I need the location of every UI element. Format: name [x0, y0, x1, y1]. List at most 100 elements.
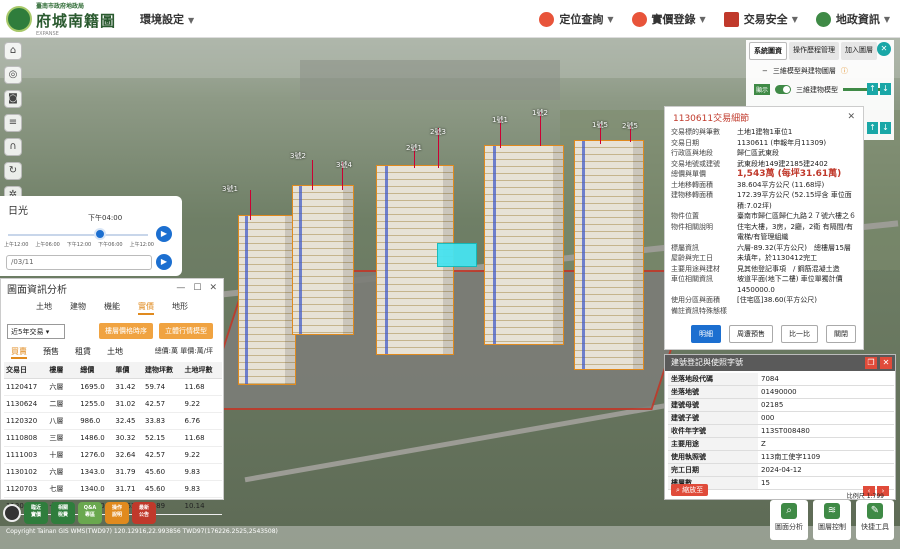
building-tower[interactable] [238, 215, 296, 385]
top-navigation: 定位查詢 ▼ 實價登錄 ▼ 交易安全 ▼ 地政資訊 ▼ [539, 0, 890, 38]
table-row[interactable]: 1130624 二層 1255.0 31.02 42.57 9.22 [4, 395, 222, 413]
table-cell: 1695.0 [78, 378, 114, 396]
nav-land-info[interactable]: 地政資訊 ▼ [815, 11, 890, 27]
tab-land[interactable]: 土地 [36, 301, 52, 315]
arrow-down-icon[interactable]: ↓ [880, 83, 891, 95]
layer-toggle[interactable] [775, 85, 792, 94]
subtab-sale[interactable]: 買賣 [11, 346, 27, 359]
tab-history[interactable]: 操作歷程管理 [789, 42, 839, 60]
sunlight-date-input[interactable]: /03/11 [6, 255, 152, 270]
subtab-rent[interactable]: 租賃 [75, 346, 91, 359]
close-icon[interactable]: ✕ [847, 112, 855, 122]
table-cell: 9.83 [182, 463, 222, 481]
floor-price-timeline-button[interactable]: 樓層價格時序 [99, 323, 153, 339]
registry-label: 建號母號 [668, 398, 758, 412]
sunlight-slider[interactable] [8, 234, 148, 236]
close-icon[interactable]: ✕ [877, 42, 891, 56]
layer-control-button[interactable]: ≋ 圖層控制 [813, 500, 851, 540]
close-icon[interactable]: ✕ [209, 283, 217, 293]
sunlight-slider-handle[interactable] [94, 228, 107, 240]
zoom-to-button[interactable]: ⌕ 縮放至 [671, 484, 709, 496]
3d-price-model-button[interactable]: 立體行情模型 [159, 323, 213, 339]
home-icon[interactable]: ⌂ [4, 42, 22, 60]
menu-dot-icon[interactable] [3, 504, 21, 522]
nav-transaction-safety[interactable]: 交易安全 ▼ [723, 11, 798, 27]
table-row[interactable]: 1130102 六層 1343.0 31.79 45.60 9.83 [4, 463, 222, 481]
layers-icon[interactable]: ≡ [4, 114, 22, 132]
subtab-presale[interactable]: 預售 [43, 346, 59, 359]
map-industrial-area [300, 60, 560, 100]
table-cell: 1340.0 [78, 480, 114, 498]
detail-field-row: 屋齡與完工日 未填年，於1130412完工 [665, 253, 863, 264]
tab-system-layers[interactable]: 系統圖資 [749, 42, 787, 60]
environment-settings-menu[interactable]: 環境設定 ▼ [140, 11, 194, 27]
transaction-type-tabs: 買賣 預售 租賃 土地 總價:萬 單價:萬/坪 [1, 343, 223, 362]
tab-terrain[interactable]: 地形 [172, 301, 188, 315]
table-row[interactable]: 1120417 六層 1695.0 31.42 59.74 11.68 [4, 378, 222, 396]
detail-field-label: 主要用途與建材 [671, 264, 720, 273]
arrow-down-icon[interactable]: ↓ [880, 122, 891, 134]
detail-field-value: [住宅區]38.60(平方公尺) [737, 296, 817, 304]
table-row[interactable]: 1110808 三層 1486.0 30.32 52.15 11.68 [4, 429, 222, 447]
selected-unit-highlight[interactable] [437, 243, 477, 267]
chevron-down-icon: ▼ [188, 15, 195, 25]
nearby-presale-button[interactable]: 周遭預售 [729, 325, 773, 343]
tab-actual-price[interactable]: 實價 [138, 301, 154, 315]
building-tower[interactable] [484, 145, 564, 345]
help-button[interactable]: 操作 說明 [105, 502, 129, 524]
building-tower[interactable] [292, 185, 354, 335]
tab-building[interactable]: 建物 [70, 301, 86, 315]
rotate-icon[interactable]: ↻ [4, 162, 22, 180]
tab-function[interactable]: 機能 [104, 301, 120, 315]
map-analysis-button[interactable]: ⌕ 圖面分析 [770, 500, 808, 540]
minimize-icon[interactable]: — [176, 283, 185, 293]
table-cell: 1120320 [4, 412, 48, 430]
quick-tools-button[interactable]: ✎ 快捷工具 [856, 500, 894, 540]
detail-field-label: 建物移轉面積 [671, 191, 713, 199]
locate-icon[interactable]: ◎ [4, 66, 22, 84]
coin-icon [631, 11, 647, 27]
announcement-button[interactable]: 最新 公告 [132, 502, 156, 524]
registry-value: 113ST008480 [758, 424, 894, 438]
play-icon[interactable]: ▶ [156, 254, 172, 270]
detail-button[interactable]: 明細 [691, 325, 721, 343]
table-row[interactable]: 1120320 八層 986.0 32.45 33.83 6.76 [4, 412, 222, 430]
tab-add-layer[interactable]: 加入圖層 [841, 42, 877, 60]
table-row[interactable]: 1120703 七層 1340.0 31.71 45.60 9.83 [4, 480, 222, 498]
registry-row: 完工日期 2024-04-12 [668, 463, 894, 477]
table-cell: 33.83 [143, 412, 183, 430]
info-icon[interactable]: ⓘ [841, 66, 848, 76]
building-tower[interactable] [574, 140, 644, 370]
collapse-icon[interactable]: − [762, 67, 768, 75]
play-icon[interactable]: ▶ [156, 226, 172, 242]
table-cell: 31.71 [113, 480, 144, 498]
nearby-price-button[interactable]: 臨近 實價 [24, 502, 48, 524]
detail-field-label: 交易標的與筆數 [671, 128, 720, 136]
qa-button[interactable]: Q&A 專區 [78, 502, 102, 524]
compare-button[interactable]: 比一比 [781, 325, 818, 343]
nav-location-search[interactable]: 定位查詢 ▼ [539, 11, 614, 27]
close-icon[interactable]: ✕ [880, 357, 892, 369]
restore-icon[interactable]: ❐ [865, 357, 877, 369]
table-cell: 31.02 [113, 395, 144, 413]
table-cell: 1486.0 [78, 429, 114, 447]
detail-field-label: 行政區與地段 [671, 149, 713, 157]
subtab-land[interactable]: 土地 [107, 346, 123, 359]
registry-value: 7084 [758, 373, 894, 386]
nav-actual-price[interactable]: 實價登錄 ▼ [631, 11, 706, 27]
table-row[interactable]: 1111003 十層 1276.0 32.64 42.57 9.22 [4, 446, 222, 464]
tax-button[interactable]: 相關 稅費 [51, 502, 75, 524]
period-select[interactable]: 近5年交易 ▾ [7, 323, 65, 339]
measure-icon[interactable]: ∩ [4, 138, 22, 156]
close-button[interactable]: 關閉 [826, 325, 856, 343]
sprout-icon [815, 11, 831, 27]
app-header: 臺南市政府地政局 府城南籍圖 EXPANSE 環境設定 ▼ 定位查詢 ▼ 實價登錄 ▼… [0, 0, 900, 38]
wrench-icon: ✎ [867, 503, 883, 519]
arrow-up-icon[interactable]: ↑ [867, 122, 878, 134]
app-logo[interactable]: 臺南市政府地政局 府城南籍圖 EXPANSE [0, 1, 128, 37]
detail-field-row: 主要用途與建材 見其他登記事項 / 鋼筋混凝土造 [665, 264, 863, 275]
maximize-icon[interactable]: ☐ [193, 283, 201, 293]
arrow-up-icon[interactable]: ↑ [867, 83, 878, 95]
table-cell: 1111003 [4, 446, 48, 464]
camera-icon[interactable]: ◙ [4, 90, 22, 108]
